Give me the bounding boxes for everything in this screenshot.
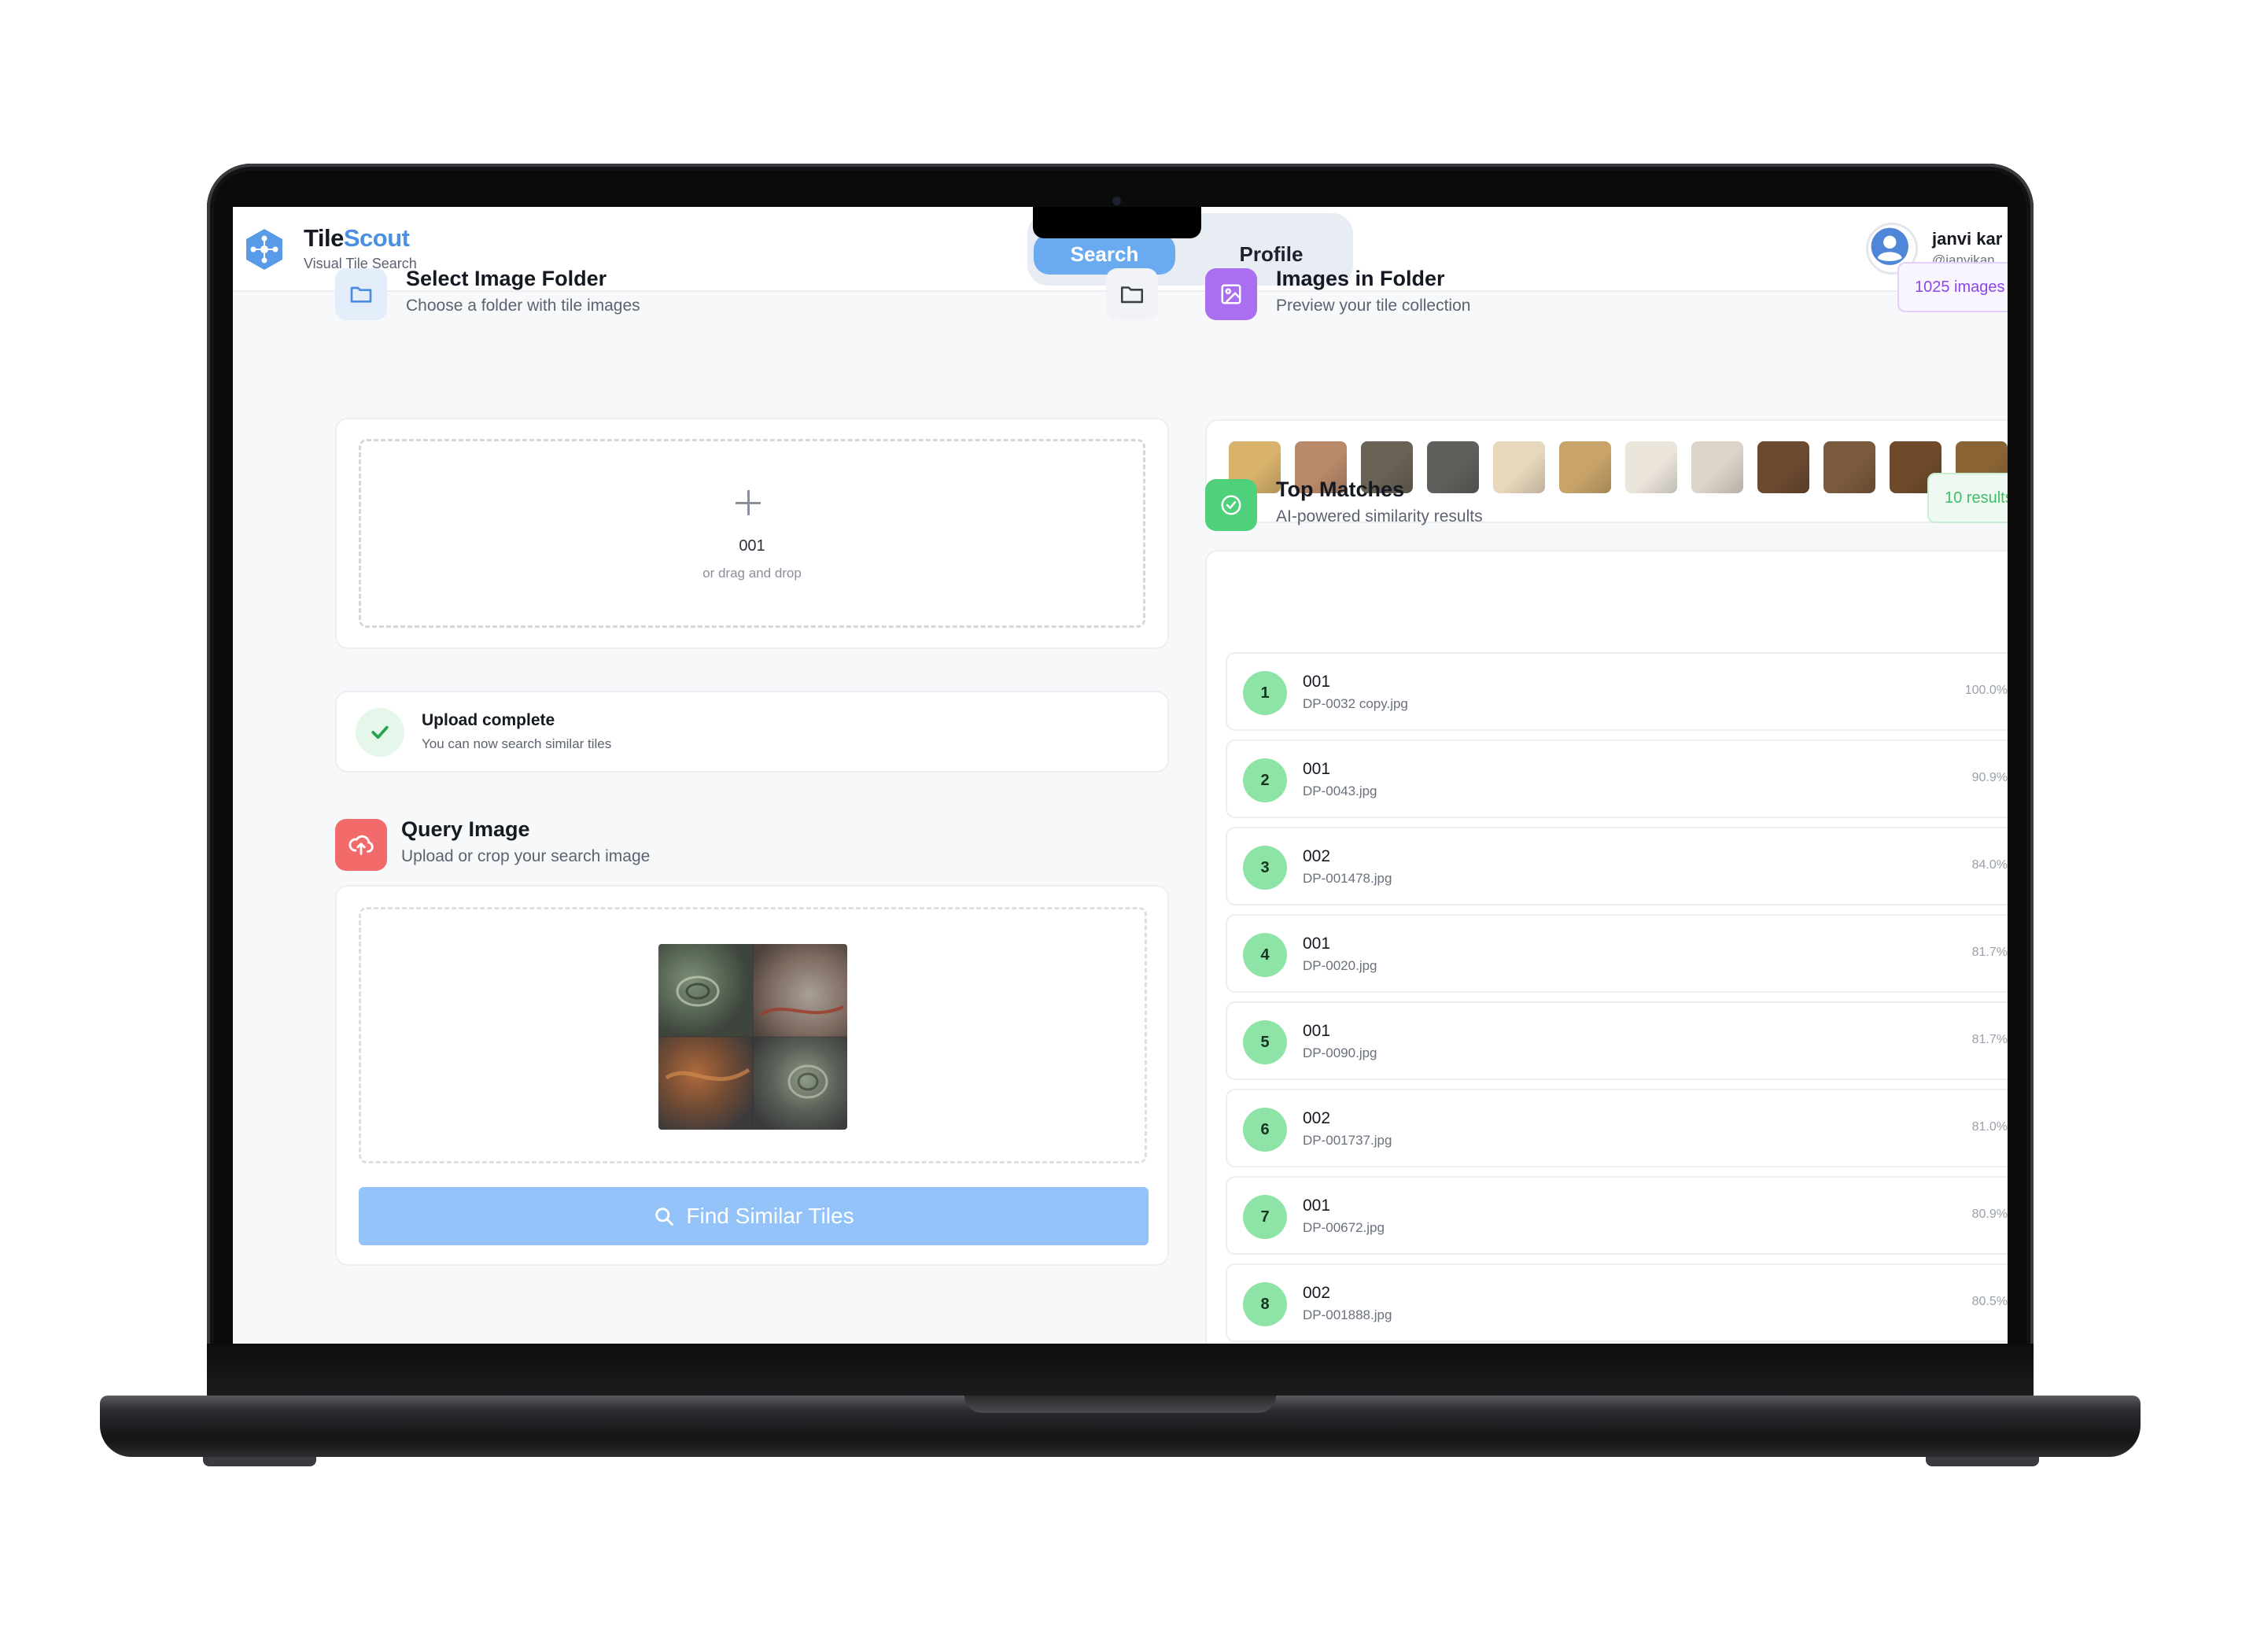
match-score: 84.0% bbox=[1971, 858, 2008, 872]
upload-status-subtitle: You can now search similar tiles bbox=[422, 736, 612, 751]
rank-badge: 3 bbox=[1243, 846, 1287, 890]
match-title: 002 bbox=[1303, 1284, 1331, 1302]
folder-section-subtitle: Choose a folder with tile images bbox=[406, 297, 640, 315]
query-card: Find Similar Tiles bbox=[335, 885, 1169, 1266]
upload-check-badge bbox=[356, 708, 404, 757]
match-score: 81.7% bbox=[1971, 1033, 2008, 1046]
matches-section-icon bbox=[1205, 479, 1257, 531]
query-section-title: Query Image bbox=[401, 817, 530, 841]
rank-badge: 4 bbox=[1243, 933, 1287, 977]
search-icon bbox=[655, 1208, 674, 1226]
folder-icon bbox=[350, 286, 372, 303]
match-title: 002 bbox=[1303, 847, 1331, 865]
match-row[interactable]: 3 002 DP-001478.jpg 84.0% bbox=[1226, 827, 2008, 905]
match-score: 90.9% bbox=[1971, 771, 2008, 784]
query-image[interactable] bbox=[658, 944, 847, 1130]
query-section-subtitle: Upload or crop your search image bbox=[401, 847, 651, 865]
rank-badge: 2 bbox=[1243, 758, 1287, 802]
camera-icon bbox=[1112, 197, 1121, 205]
match-row[interactable]: 2 001 DP-0043.jpg 90.9% bbox=[1226, 739, 2008, 818]
thumbnail[interactable] bbox=[1691, 441, 1743, 493]
match-row[interactable]: 5 001 DP-0090.jpg 81.7% bbox=[1226, 1001, 2008, 1080]
match-filename: DP-0090.jpg bbox=[1303, 1045, 1377, 1060]
match-score: 80.5% bbox=[1971, 1295, 2008, 1308]
match-filename: DP-001737.jpg bbox=[1303, 1133, 1392, 1148]
match-filename: DP-001478.jpg bbox=[1303, 871, 1392, 886]
match-title: 001 bbox=[1303, 935, 1331, 953]
logo-icon bbox=[246, 229, 282, 270]
match-filename: DP-0032 copy.jpg bbox=[1303, 696, 1408, 711]
match-title: 001 bbox=[1303, 760, 1331, 778]
image-icon bbox=[1221, 284, 1241, 304]
image-count-badge: 1025 images bbox=[1897, 262, 2008, 312]
match-filename: DP-001888.jpg bbox=[1303, 1307, 1392, 1322]
folder-icon bbox=[1120, 286, 1144, 304]
match-row[interactable]: 4 001 DP-0020.jpg 81.7% bbox=[1226, 914, 2008, 993]
laptop-foot bbox=[1926, 1457, 2039, 1466]
match-filename: DP-0020.jpg bbox=[1303, 958, 1377, 973]
folder-dropzone[interactable]: 001 or drag and drop bbox=[359, 439, 1145, 628]
laptop-foot bbox=[203, 1457, 316, 1466]
images-section-subtitle: Preview your tile collection bbox=[1276, 297, 1471, 315]
rank-badge: 5 bbox=[1243, 1020, 1287, 1064]
match-filename: DP-00672.jpg bbox=[1303, 1220, 1385, 1235]
brand-part-2: Scout bbox=[343, 224, 410, 252]
rank-badge: 7 bbox=[1243, 1195, 1287, 1239]
folder-section-title: Select Image Folder bbox=[406, 267, 607, 290]
app-screen: TileScout Visual Tile Search Search Prof… bbox=[233, 207, 2008, 1344]
match-title: 002 bbox=[1303, 1109, 1331, 1127]
results-count-badge: 10 results bbox=[1927, 473, 2008, 523]
brand-name: TileScout bbox=[304, 224, 410, 253]
match-row[interactable]: 8 002 DP-001888.jpg 80.5% bbox=[1226, 1263, 2008, 1342]
thumbnail[interactable] bbox=[1757, 441, 1809, 493]
rank-badge: 1 bbox=[1243, 671, 1287, 715]
folder-section-icon bbox=[335, 268, 387, 320]
upload-cloud-icon bbox=[348, 835, 374, 855]
match-title: 001 bbox=[1303, 673, 1331, 691]
thumbnail[interactable] bbox=[1493, 441, 1545, 493]
match-score: 81.7% bbox=[1971, 946, 2008, 959]
match-row[interactable]: 1 001 DP-0032 copy.jpg 100.0% bbox=[1226, 652, 2008, 731]
thumbnail[interactable] bbox=[1559, 441, 1611, 493]
thumbnail[interactable] bbox=[1427, 441, 1479, 493]
laptop-base-notch bbox=[964, 1396, 1276, 1413]
match-row[interactable]: 6 002 DP-001737.jpg 81.0% bbox=[1226, 1089, 2008, 1167]
find-similar-label: Find Similar Tiles bbox=[686, 1204, 854, 1228]
camera-notch bbox=[1033, 207, 1201, 238]
match-score: 100.0% bbox=[1964, 684, 2008, 697]
rank-badge: 8 bbox=[1243, 1282, 1287, 1326]
dropzone-text: 001 bbox=[739, 537, 765, 555]
plus-icon bbox=[732, 487, 764, 518]
images-section-title: Images in Folder bbox=[1276, 267, 1445, 290]
query-image-dropzone[interactable] bbox=[359, 907, 1147, 1163]
upload-status-title: Upload complete bbox=[422, 711, 555, 729]
laptop-chin bbox=[207, 1344, 2034, 1400]
check-icon bbox=[371, 725, 389, 739]
rank-badge: 6 bbox=[1243, 1108, 1287, 1152]
match-title: 001 bbox=[1303, 1197, 1331, 1215]
match-filename: DP-0043.jpg bbox=[1303, 784, 1377, 798]
upload-status-card: Upload complete You can now search simil… bbox=[335, 691, 1169, 773]
thumbnail[interactable] bbox=[1625, 441, 1677, 493]
images-section-icon bbox=[1205, 268, 1257, 320]
match-score: 80.9% bbox=[1971, 1208, 2008, 1221]
find-similar-button[interactable]: Find Similar Tiles bbox=[359, 1187, 1149, 1245]
user-name: janvi kar bbox=[1932, 229, 2003, 249]
match-row[interactable]: 7 001 DP-00672.jpg 80.9% bbox=[1226, 1176, 2008, 1255]
check-circle-icon bbox=[1221, 495, 1241, 515]
matches-section-title: Top Matches bbox=[1276, 478, 1405, 501]
matches-section-subtitle: AI-powered similarity results bbox=[1276, 507, 1483, 525]
brand-part-1: Tile bbox=[304, 224, 344, 252]
open-folder-button[interactable] bbox=[1106, 268, 1158, 320]
match-title: 001 bbox=[1303, 1022, 1331, 1040]
thumbnail[interactable] bbox=[1823, 441, 1875, 493]
match-score: 81.0% bbox=[1971, 1120, 2008, 1134]
dropzone-hint: or drag and drop bbox=[702, 566, 802, 581]
tab-search[interactable]: Search bbox=[1034, 234, 1175, 275]
query-section-icon bbox=[335, 819, 387, 871]
